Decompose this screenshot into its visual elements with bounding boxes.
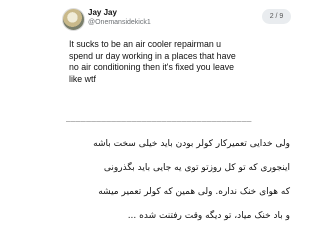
tweet-line: no air conditioning then it's fixed you … xyxy=(69,62,235,72)
avatar[interactable] xyxy=(62,8,85,31)
tweet-line: spend ur day working in a places that ha… xyxy=(69,50,236,61)
tweet-line: It sucks to be an air cooler repairman u xyxy=(69,39,222,49)
page-counter-badge: 2 / 9 xyxy=(262,9,291,24)
divider-line: _____________________________________ xyxy=(66,113,252,122)
tweet-screenshot: Jay Jay @Onemansidekick1 2 / 9 It sucks … xyxy=(0,0,300,244)
translation-line: که هوای خنک نداره. ولی همین که کولر تعمی… xyxy=(98,187,290,197)
tweet-text: It sucks to be an air cooler repairman u… xyxy=(69,39,297,85)
translation-line: اینجوری که تو کل روزتو توی یه جایی باید … xyxy=(103,163,290,173)
user-name[interactable]: Jay Jay xyxy=(88,8,117,17)
translation-line: ولی خدایی تعمیرکار کولر بودن باید خیلی س… xyxy=(93,139,290,149)
user-handle[interactable]: @Onemansidekick1 xyxy=(88,19,151,26)
translation-line: و باد خنک میاد، تو دیگه وقت رفتنت شده ..… xyxy=(127,211,290,221)
tweet-line: like wtf xyxy=(69,73,96,84)
